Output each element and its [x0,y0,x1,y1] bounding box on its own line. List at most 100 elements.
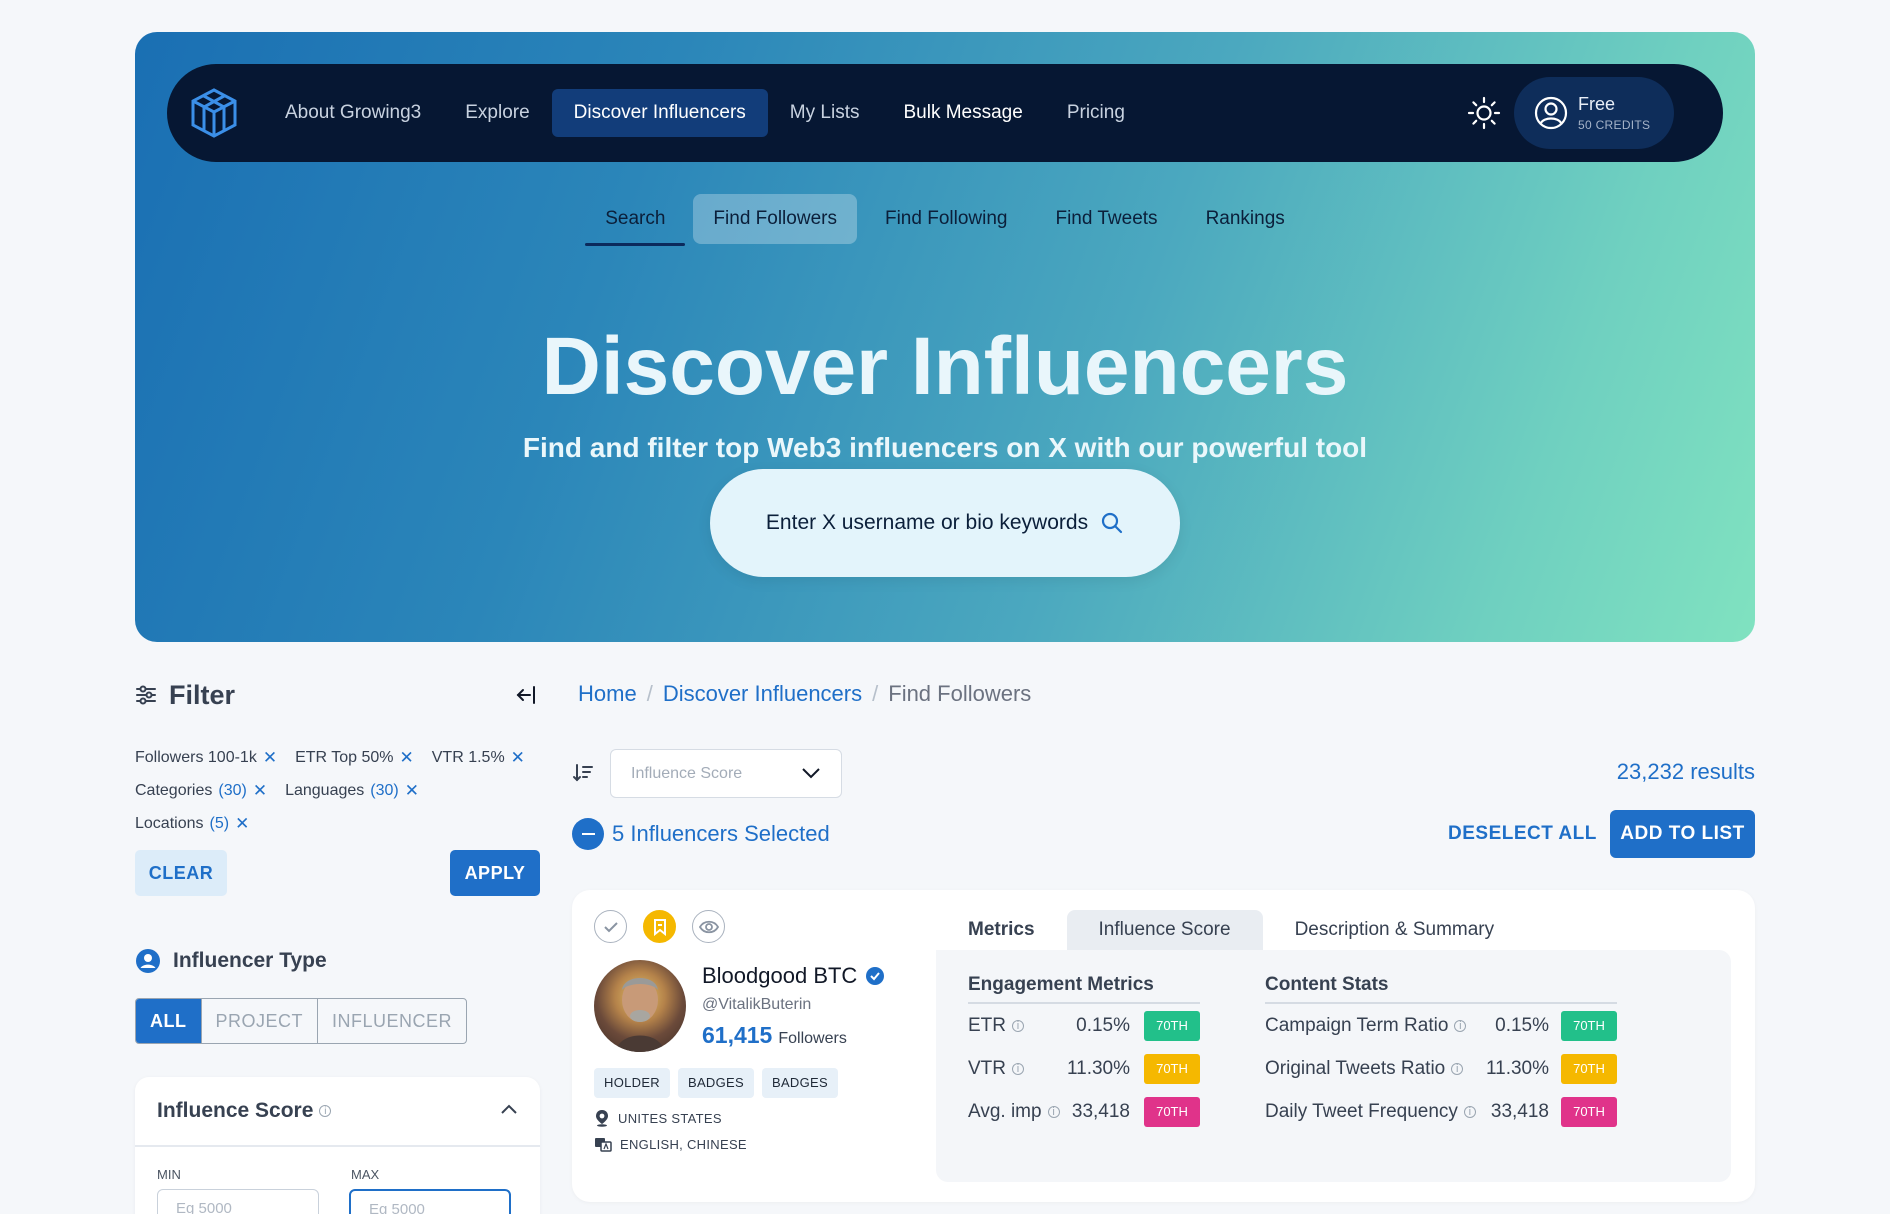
close-icon[interactable]: ✕ [235,814,249,834]
chip-locations: Locations (5) ✕ [135,814,250,834]
collapse-sidebar-icon[interactable] [512,681,540,709]
info-icon: i [1012,1019,1024,1032]
growing3-logo-icon[interactable] [187,86,241,140]
chevron-down-icon [802,768,820,779]
search-icon[interactable] [1100,511,1124,535]
hero-banner: About Growing3 Explore Discover Influenc… [135,32,1755,642]
max-input[interactable]: Eg 5000 [349,1189,511,1214]
account-plan: Free [1578,94,1616,114]
hero-subtitle: Find and filter top Web3 influencers on … [522,432,1368,463]
sun-icon[interactable] [1465,94,1503,132]
tab-search[interactable]: Search [585,194,686,246]
close-icon[interactable]: ✕ [511,748,525,768]
influencer-name-row: Bloodgood BTC [702,963,885,989]
sliders-icon [136,685,156,705]
user-circle-icon [136,949,160,973]
user-avatar-icon [1534,96,1568,130]
breadcrumb-home[interactable]: Home [578,681,637,707]
chip-vtr: VTR 1.5% ✕ [431,748,525,768]
chip-followers: Followers 100-1k ✕ [135,748,278,768]
translate-icon [595,1138,612,1152]
tab-find-following[interactable]: Find Following [865,194,1028,244]
chip-etr: ETR Top 50% ✕ [295,748,414,768]
info-icon: i [1463,1105,1476,1118]
tab-influence-score[interactable]: Influence Score [1066,910,1263,950]
avatar[interactable] [594,960,686,1052]
close-icon[interactable]: ✕ [263,748,277,768]
type-all-button[interactable]: ALL [136,999,201,1043]
account-credits: 50 CREDITS [1578,118,1651,132]
check-icon[interactable] [594,910,627,943]
info-icon: i [1047,1105,1060,1118]
influencer-type-toggle: ALL PROJECT INFLUENCER [135,998,468,1044]
nav-explore[interactable]: Explore [443,89,551,137]
nav-bulk-message[interactable]: Bulk Message [881,89,1044,137]
stat-daily-tweet-frequency: Daily Tweet Frequency i 33,418 70TH [1265,1090,1617,1133]
influencer-type-header: Influencer Type [135,948,327,974]
account-button[interactable]: Free 50 CREDITS [1514,77,1674,149]
hero-title: Discover Influencers [541,321,1349,412]
filter-header: Filter [135,675,540,715]
chip-languages: Languages (30) ✕ [285,781,419,801]
results-count: 23,232 results [1616,759,1755,784]
type-influencer-button[interactable]: INFLUENCER [317,999,466,1043]
sort-select-value: Influence Score [631,764,743,782]
tag-badges: BADGES [761,1068,838,1098]
influence-score-title: Influence Score [157,1099,314,1122]
metric-avg-imp: Avg. imp i 33,418 70TH [968,1090,1200,1133]
metric-vtr: VTR i 11.30% 70TH [968,1047,1200,1090]
selection-summary: 5 Influencers Selected [572,818,830,850]
tag-list: HOLDER BADGES BADGES [594,1068,838,1098]
tab-metrics[interactable]: Metrics [936,910,1067,950]
info-icon: i [1012,1062,1024,1075]
tag-badges: BADGES [677,1068,754,1098]
tab-find-tweets[interactable]: Find Tweets [1035,194,1177,244]
nav-discover-influencers[interactable]: Discover Influencers [551,89,768,137]
nav-about[interactable]: About Growing3 [263,89,443,137]
hero-search-placeholder: Enter X username or bio keywords [765,511,1089,534]
type-project-button[interactable]: PROJECT [200,999,318,1043]
top-nav: About Growing3 Explore Discover Influenc… [167,64,1723,162]
influencer-details-panel: Metrics Influence Score Description & Su… [936,910,1731,1182]
nav-my-lists[interactable]: My Lists [768,89,882,137]
deselect-all-button[interactable]: DESELECT ALL [1448,823,1597,845]
sort-icon[interactable] [572,763,594,783]
influencer-card: Bloodgood BTC @VitalikButerin 61,415 Fol… [572,890,1755,1202]
close-icon[interactable]: ✕ [405,781,419,801]
hero-search-input[interactable]: Enter X username or bio keywords [710,469,1180,577]
stat-campaign-term-ratio: Campaign Term Ratio i 0.15% 70TH [1265,1004,1617,1047]
close-icon[interactable]: ✕ [400,748,414,768]
percentile-badge: 70TH [1561,1096,1617,1127]
influence-score-filter: Influence Score i MIN MAX Eg 5000 Eg 500… [135,1077,540,1214]
tab-description-summary[interactable]: Description & Summary [1263,910,1527,950]
metric-etr: ETR i 0.15% 70TH [968,1004,1200,1047]
max-label: MAX [351,1167,380,1182]
active-filter-chips: Followers 100-1k ✕ ETR Top 50% ✕ VTR 1.5% ✕… [135,748,540,847]
percentile-badge: 70TH [1561,1053,1617,1084]
min-input[interactable]: Eg 5000 [157,1189,319,1214]
influencer-name[interactable]: Bloodgood BTC [702,963,857,989]
tab-find-followers[interactable]: Find Followers [693,194,857,244]
chip-categories: Categories (30) ✕ [135,781,268,801]
bookmark-icon[interactable] [643,910,676,943]
chevron-up-icon[interactable] [500,1103,518,1115]
influencer-handle: @VitalikButerin [702,996,812,1013]
tag-holder: HOLDER [594,1068,670,1098]
close-icon[interactable]: ✕ [253,781,267,801]
tab-rankings[interactable]: Rankings [1186,194,1305,244]
minus-circle-icon[interactable] [572,818,604,850]
nav-pricing[interactable]: Pricing [1045,89,1147,137]
add-to-list-button[interactable]: ADD TO LIST [1610,810,1755,858]
breadcrumb-section[interactable]: Discover Influencers [663,681,862,707]
language-row: ENGLISH, CHINESE [594,1135,747,1153]
location-row: UNITES STATES [594,1109,722,1127]
eye-icon[interactable] [692,910,725,943]
sort-select[interactable]: Influence Score [610,749,842,798]
engagement-metrics: Engagement Metrics ETR i 0.15% 70TH VTR i … [968,974,1200,1133]
percentile-badge: 70TH [1561,1010,1617,1041]
clear-button[interactable]: CLEAR [135,850,227,896]
min-label: MIN [157,1167,181,1182]
breadcrumb-current: Find Followers [888,681,1032,706]
sub-nav: Search Find Followers Find Following Fin… [135,194,1755,246]
apply-button[interactable]: APPLY [450,850,540,896]
